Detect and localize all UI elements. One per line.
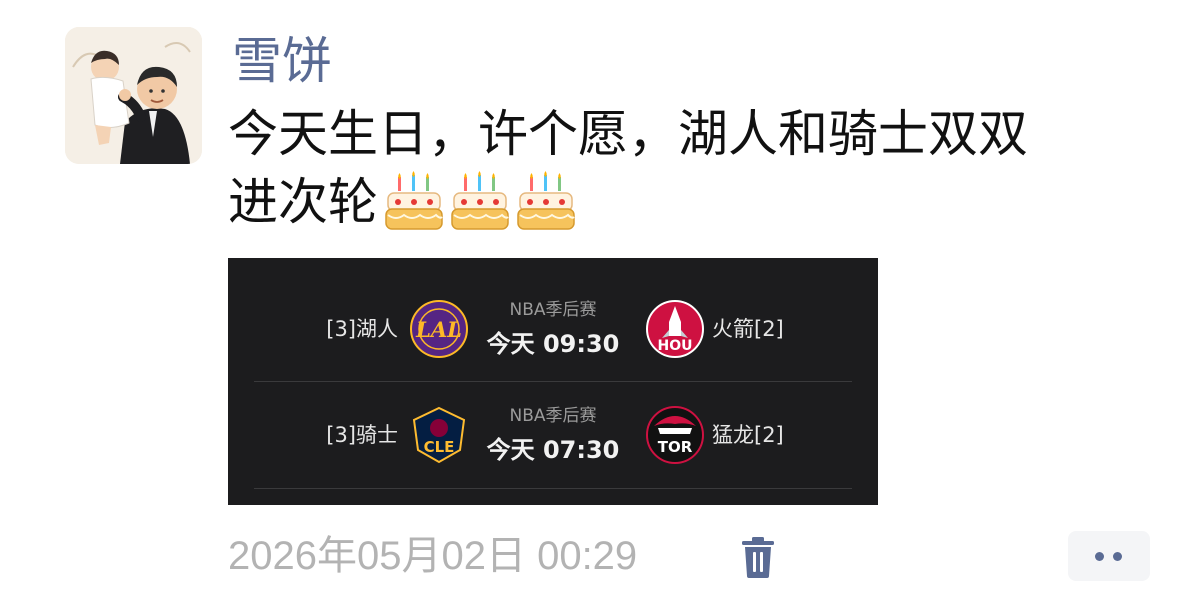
avatar[interactable] <box>65 27 202 164</box>
svg-text:HOU: HOU <box>658 338 693 354</box>
league-label: NBA季后赛 <box>509 406 597 426</box>
match-time: 今天 07:30 <box>486 436 620 464</box>
raptors-logo-icon: TOR <box>646 406 704 464</box>
cavaliers-logo-icon: CLE <box>410 406 468 464</box>
cake-icon <box>516 171 576 233</box>
cake-icon <box>384 171 444 233</box>
match-time: 今天 09:30 <box>486 330 620 358</box>
svg-text:TOR: TOR <box>658 438 693 456</box>
post-text-line-1: 今天生日，许个愿，湖人和骑士双双 <box>228 105 1028 163</box>
match-info: NBA季后赛 今天 09:30 <box>483 298 623 362</box>
lakers-logo-icon: LAL <box>410 300 468 358</box>
more-button[interactable] <box>1068 531 1150 581</box>
league-label: NBA季后赛 <box>509 300 597 320</box>
away-team-name: 火箭[2] <box>712 317 784 341</box>
svg-text:CLE: CLE <box>424 438 455 456</box>
match-info: NBA季后赛 今天 07:30 <box>483 404 623 468</box>
more-dot-icon <box>1095 552 1104 561</box>
post-text-line-2-text: 进次轮 <box>228 173 378 231</box>
username[interactable]: 雪饼 <box>232 30 332 92</box>
match-schedule-image[interactable]: [3]湖人 LAL NBA季后赛 今天 09:30 HOU 火箭[2] [3]骑… <box>228 258 878 505</box>
post-text: 今天生日，许个愿，湖人和骑士双双 进次轮 <box>228 100 1128 236</box>
away-team-name: 猛龙[2] <box>712 423 784 447</box>
more-dot-icon <box>1113 552 1122 561</box>
post-text-line-2: 进次轮 <box>228 168 1128 236</box>
svg-text:LAL: LAL <box>415 317 462 342</box>
match-row: [3]骑士 CLE NBA季后赛 今天 07:30 TOR 猛龙[2] <box>228 382 878 490</box>
match-row: [3]湖人 LAL NBA季后赛 今天 09:30 HOU 火箭[2] <box>228 274 878 382</box>
rockets-logo-icon: HOU <box>646 300 704 358</box>
home-team-name: [3]湖人 <box>326 317 398 341</box>
cake-icon <box>450 171 510 233</box>
avatar-illustration <box>65 27 202 164</box>
trash-icon[interactable] <box>738 535 778 579</box>
divider <box>254 488 852 489</box>
post-timestamp: 2026年05月02日 00:29 <box>228 534 638 578</box>
home-team-name: [3]骑士 <box>326 423 398 447</box>
